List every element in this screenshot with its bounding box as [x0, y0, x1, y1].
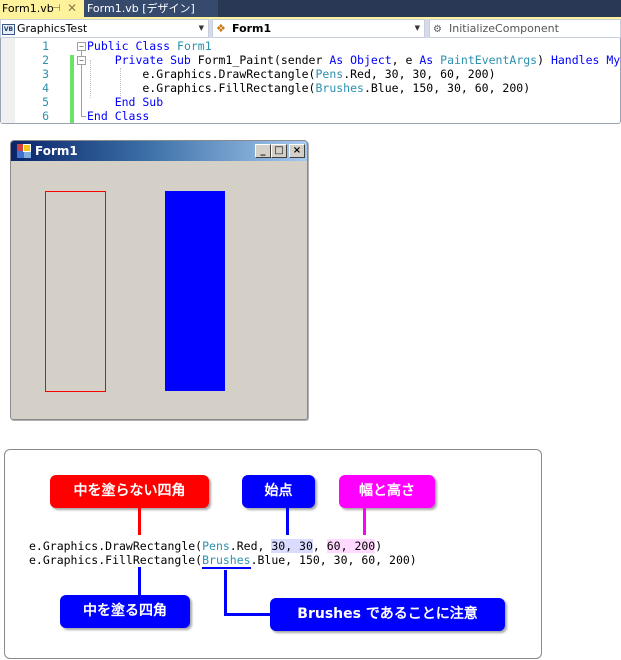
member-dropdown[interactable]: ⚙ InitializeComponent [429, 19, 621, 38]
connector-filled [138, 567, 141, 595]
title-bar[interactable]: Form1 _ □ × [11, 141, 307, 161]
code-line[interactable]: 3 e.Graphics.DrawRectangle(Pens.Red, 30,… [1, 67, 621, 81]
class-icon: ❖ [216, 22, 226, 35]
tab-form1-design[interactable]: Form1.vb [デザイン] [84, 0, 218, 17]
code-line[interactable]: 4 e.Graphics.FillRectangle(Brushes.Blue,… [1, 81, 621, 95]
close-icon[interactable]: ✕ [67, 0, 77, 17]
line-number: 1 [42, 39, 49, 53]
connector-brushes-horizontal [224, 613, 271, 616]
line-number: 3 [42, 67, 49, 81]
project-dropdown[interactable]: VB GraphicsTest ▼ [0, 19, 209, 38]
vb-project-icon: VB [2, 23, 15, 35]
size-args: 60, 200 [326, 539, 376, 553]
connector-size [363, 508, 366, 535]
annotation-diagram: 中を塗らない四角 始点 幅と高さ 中を塗る四角 Brushes であることに注意… [4, 449, 542, 659]
annotated-code-line-draw: e.Graphics.DrawRectangle(Pens.Red, 30, 3… [29, 539, 383, 553]
code-text: Private Sub Form1_Paint(sender As Object… [87, 53, 621, 67]
connector-brushes-vertical [224, 570, 227, 616]
connector-unfilled [138, 508, 141, 535]
form-app-icon[interactable] [17, 144, 31, 158]
label-start-point: 始点 [242, 475, 315, 508]
project-value: GraphicsTest [17, 22, 88, 35]
navigation-bar: VB GraphicsTest ▼ ❖ Form1 ▼ ⚙ InitializeCom… [0, 19, 621, 38]
document-tab-bar: Form1.vb ⊣ ✕ Form1.vb [デザイン] [0, 0, 621, 17]
tab-label: Form1.vb [2, 2, 54, 15]
tab-label: Form1.vb [デザイン] [87, 2, 195, 15]
code-text: e.Graphics.FillRectangle(Brushes.Blue, 1… [87, 81, 531, 95]
chevron-down-icon[interactable]: ▼ [199, 20, 204, 37]
window-title: Form1 [35, 144, 78, 158]
label-brushes-note: Brushes であることに注意 [270, 598, 505, 631]
close-button[interactable]: × [289, 144, 305, 158]
annotated-code-line-fill: e.Graphics.FillRectangle(Brushes.Blue, 1… [29, 553, 417, 569]
code-line[interactable]: 5 End Sub [1, 95, 621, 109]
class-value: Form1 [232, 22, 272, 35]
code-editor-window: Form1.vb ⊣ ✕ Form1.vb [デザイン] VB GraphicsT… [0, 0, 621, 124]
label-filled-rectangle: 中を塗る四角 [60, 595, 190, 628]
label-width-height: 幅と高さ [339, 475, 435, 508]
connector-start-point [286, 508, 289, 535]
label-unfilled-rectangle: 中を塗らない四角 [50, 475, 209, 508]
code-text: End Sub [87, 95, 164, 109]
line-number: 6 [42, 109, 49, 123]
member-value: InitializeComponent [449, 22, 559, 35]
code-text: End Class [87, 109, 150, 123]
line-number: 4 [42, 81, 49, 95]
code-text: e.Graphics.DrawRectangle(Pens.Red, 30, 3… [87, 67, 496, 81]
maximize-button[interactable]: □ [271, 144, 287, 158]
drawn-rectangle-red-outline [45, 191, 106, 392]
form1-window: Form1 _ □ × [10, 140, 308, 420]
line-number: 2 [42, 53, 49, 67]
code-area[interactable]: − − 1 Public Class Form1 2 Private Sub For… [0, 38, 621, 124]
code-text: Public Class Form1 [87, 39, 212, 53]
class-dropdown[interactable]: ❖ Form1 ▼ [212, 19, 425, 38]
start-point-args: 30, 30 [271, 539, 313, 553]
brushes-token: Brushes [202, 553, 251, 569]
code-line[interactable]: 1 Public Class Form1 [1, 39, 621, 53]
minimize-button[interactable]: _ [255, 144, 271, 158]
filled-rectangle-blue [165, 191, 225, 391]
method-icon: ⚙ [433, 24, 442, 35]
chevron-down-icon[interactable]: ▼ [415, 20, 420, 37]
code-line[interactable]: 6 End Class [1, 109, 621, 123]
tab-form1-vb[interactable]: Form1.vb ⊣ ✕ [0, 0, 84, 17]
pens-token: Pens [202, 539, 230, 553]
line-number: 5 [42, 95, 49, 109]
code-line[interactable]: 2 Private Sub Form1_Paint(sender As Obje… [1, 53, 621, 67]
pin-icon[interactable]: ⊣ [52, 0, 61, 17]
